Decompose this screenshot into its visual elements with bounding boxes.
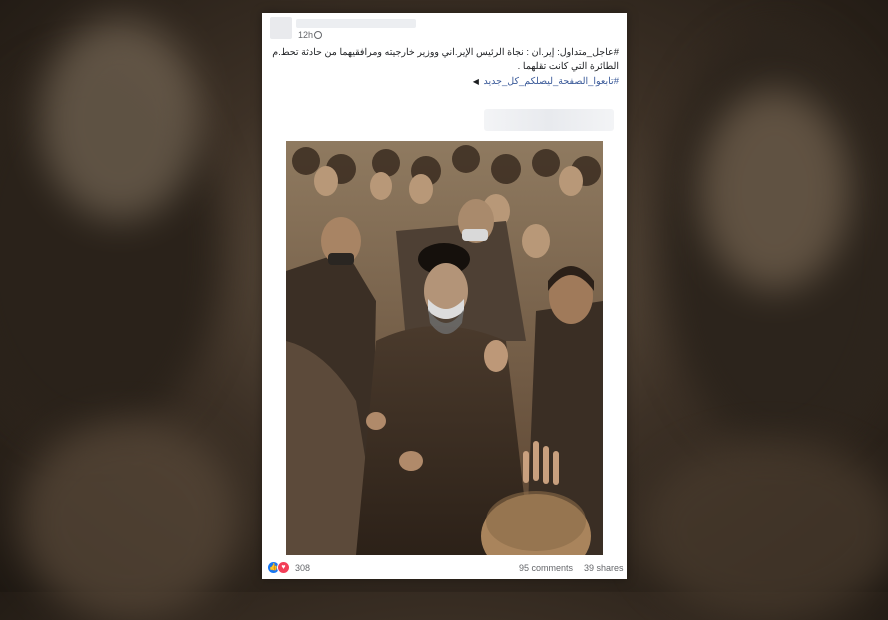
social-post-card: 12h #عاجل_متداول: إير.ان : نجاة الرئيس ا… bbox=[262, 13, 627, 579]
pointing-hand-icon: ◀ bbox=[472, 77, 479, 86]
post-header: 12h bbox=[262, 13, 627, 43]
link-preview-redacted[interactable] bbox=[484, 109, 614, 131]
page-name-redacted[interactable] bbox=[296, 19, 416, 28]
post-timestamp[interactable]: 12h bbox=[298, 30, 313, 40]
reaction-count[interactable]: 308 bbox=[295, 563, 310, 573]
comments-count[interactable]: 95 comments bbox=[519, 563, 573, 573]
background-blur bbox=[640, 440, 888, 620]
avatar[interactable] bbox=[270, 17, 292, 39]
post-body: #عاجل_متداول: إير.ان : نجاة الرئيس الإير… bbox=[272, 47, 619, 72]
shares-count[interactable]: 39 shares bbox=[584, 563, 624, 573]
love-reaction-icon[interactable]: ♥ bbox=[277, 561, 290, 574]
post-hashtag-row: #تابعوا_الصفحة_ليصلكم_كل_جديد ◀ bbox=[262, 75, 627, 89]
post-footer: 👍 ♥ 308 95 comments 39 shares bbox=[262, 558, 627, 579]
background-blur bbox=[20, 420, 240, 620]
background-blur bbox=[40, 20, 200, 220]
background-blur bbox=[700, 90, 850, 290]
hashtag-link[interactable]: #تابعوا_الصفحة_ليصلكم_كل_جديد bbox=[484, 76, 619, 87]
globe-icon bbox=[314, 31, 322, 39]
post-photo[interactable] bbox=[286, 141, 603, 555]
